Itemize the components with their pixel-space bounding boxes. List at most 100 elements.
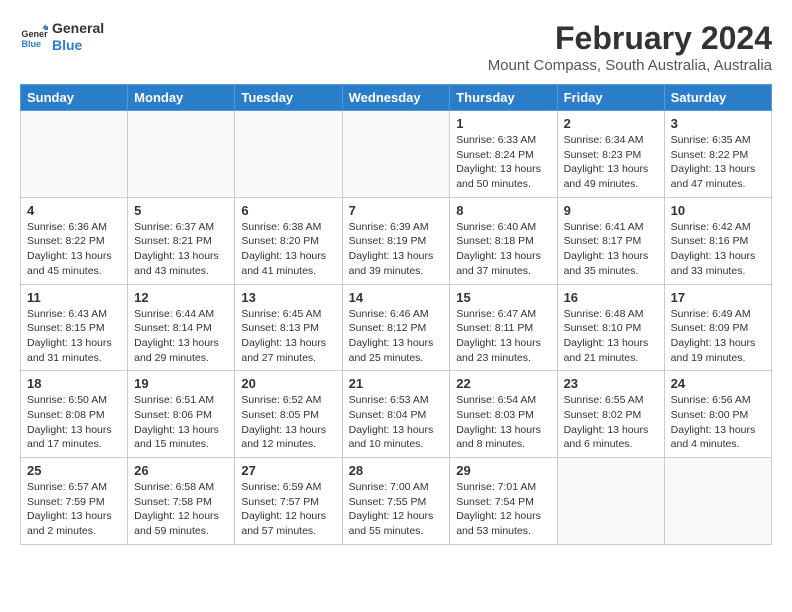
logo-icon: General Blue: [20, 23, 48, 51]
calendar-cell: 22Sunrise: 6:54 AM Sunset: 8:03 PM Dayli…: [450, 371, 557, 458]
calendar-cell: 15Sunrise: 6:47 AM Sunset: 8:11 PM Dayli…: [450, 284, 557, 371]
day-number: 11: [27, 290, 121, 305]
day-number: 2: [564, 116, 658, 131]
calendar-cell: 19 Sunrise: 6:51 AM Sunset: 8:06 PM Dayli…: [128, 371, 235, 458]
calendar-cell: 20 Sunrise: 6:52 AM Sunset: 8:05 PM Dayli…: [235, 371, 342, 458]
calendar-cell: [21, 111, 128, 198]
column-header-thursday: Thursday: [450, 85, 557, 111]
calendar-cell: 17Sunrise: 6:49 AM Sunset: 8:09 PM Dayli…: [664, 284, 771, 371]
sub-title: Mount Compass, South Australia, Australi…: [488, 57, 772, 74]
day-number: 27: [241, 463, 335, 478]
calendar-cell: 18 Sunrise: 6:50 AM Sunset: 8:08 PM Dayli…: [21, 371, 128, 458]
calendar-week-2: 4 Sunrise: 6:36 AM Sunset: 8:22 PM Daylig…: [21, 197, 772, 284]
day-info: Sunrise: 6:59 AM Sunset: 7:57 PM Dayligh…: [241, 480, 335, 539]
calendar-cell: 14 Sunrise: 6:46 AM Sunset: 8:12 PM Dayli…: [342, 284, 450, 371]
day-info: Sunrise: 6:36 AM Sunset: 8:22 PM Dayligh…: [27, 220, 121, 279]
day-number: 18: [27, 376, 121, 391]
day-number: 13: [241, 290, 335, 305]
day-info: Sunrise: 6:56 AM Sunset: 8:00 PM Dayligh…: [671, 393, 765, 452]
calendar-week-4: 18 Sunrise: 6:50 AM Sunset: 8:08 PM Dayli…: [21, 371, 772, 458]
column-header-monday: Monday: [128, 85, 235, 111]
day-info: Sunrise: 6:48 AM Sunset: 8:10 PM Dayligh…: [564, 307, 658, 366]
day-number: 29: [456, 463, 550, 478]
day-info: Sunrise: 6:57 AM Sunset: 7:59 PM Dayligh…: [27, 480, 121, 539]
day-number: 6: [241, 203, 335, 218]
day-number: 14: [349, 290, 444, 305]
day-info: Sunrise: 6:39 AM Sunset: 8:19 PM Dayligh…: [349, 220, 444, 279]
calendar-cell: [557, 458, 664, 545]
day-info: Sunrise: 6:44 AM Sunset: 8:14 PM Dayligh…: [134, 307, 228, 366]
day-info: Sunrise: 6:42 AM Sunset: 8:16 PM Dayligh…: [671, 220, 765, 279]
calendar-cell: 1 Sunrise: 6:33 AM Sunset: 8:24 PM Daylig…: [450, 111, 557, 198]
main-title: February 2024: [488, 20, 772, 57]
day-number: 28: [349, 463, 444, 478]
day-info: Sunrise: 6:41 AM Sunset: 8:17 PM Dayligh…: [564, 220, 658, 279]
calendar-cell: 21Sunrise: 6:53 AM Sunset: 8:04 PM Dayli…: [342, 371, 450, 458]
calendar-cell: [342, 111, 450, 198]
logo-line2: Blue: [52, 37, 104, 54]
calendar-cell: 11Sunrise: 6:43 AM Sunset: 8:15 PM Dayli…: [21, 284, 128, 371]
day-number: 8: [456, 203, 550, 218]
logo: General Blue General Blue: [20, 20, 104, 54]
column-header-friday: Friday: [557, 85, 664, 111]
title-block: February 2024 Mount Compass, South Austr…: [488, 20, 772, 74]
calendar-cell: 12 Sunrise: 6:44 AM Sunset: 8:14 PM Dayli…: [128, 284, 235, 371]
day-number: 19: [134, 376, 228, 391]
calendar-cell: 16 Sunrise: 6:48 AM Sunset: 8:10 PM Dayli…: [557, 284, 664, 371]
calendar-cell: 10 Sunrise: 6:42 AM Sunset: 8:16 PM Dayli…: [664, 197, 771, 284]
day-info: Sunrise: 6:45 AM Sunset: 8:13 PM Dayligh…: [241, 307, 335, 366]
svg-text:General: General: [21, 29, 48, 39]
day-info: Sunrise: 6:33 AM Sunset: 8:24 PM Dayligh…: [456, 133, 550, 192]
column-header-sunday: Sunday: [21, 85, 128, 111]
day-number: 10: [671, 203, 765, 218]
calendar-body: 1 Sunrise: 6:33 AM Sunset: 8:24 PM Daylig…: [21, 111, 772, 545]
calendar-cell: 9Sunrise: 6:41 AM Sunset: 8:17 PM Daylig…: [557, 197, 664, 284]
calendar-cell: 28 Sunrise: 7:00 AM Sunset: 7:55 PM Dayli…: [342, 458, 450, 545]
day-info: Sunrise: 6:52 AM Sunset: 8:05 PM Dayligh…: [241, 393, 335, 452]
day-number: 1: [456, 116, 550, 131]
calendar-cell: [235, 111, 342, 198]
calendar-table: SundayMondayTuesdayWednesdayThursdayFrid…: [20, 84, 772, 545]
calendar-week-5: 25 Sunrise: 6:57 AM Sunset: 7:59 PM Dayli…: [21, 458, 772, 545]
calendar-cell: 6 Sunrise: 6:38 AM Sunset: 8:20 PM Daylig…: [235, 197, 342, 284]
calendar-cell: 24 Sunrise: 6:56 AM Sunset: 8:00 PM Dayli…: [664, 371, 771, 458]
day-number: 20: [241, 376, 335, 391]
calendar-cell: 25 Sunrise: 6:57 AM Sunset: 7:59 PM Dayli…: [21, 458, 128, 545]
day-info: Sunrise: 6:58 AM Sunset: 7:58 PM Dayligh…: [134, 480, 228, 539]
day-info: Sunrise: 6:55 AM Sunset: 8:02 PM Dayligh…: [564, 393, 658, 452]
column-header-saturday: Saturday: [664, 85, 771, 111]
day-info: Sunrise: 7:00 AM Sunset: 7:55 PM Dayligh…: [349, 480, 444, 539]
day-info: Sunrise: 6:34 AM Sunset: 8:23 PM Dayligh…: [564, 133, 658, 192]
day-number: 24: [671, 376, 765, 391]
day-number: 4: [27, 203, 121, 218]
day-info: Sunrise: 6:50 AM Sunset: 8:08 PM Dayligh…: [27, 393, 121, 452]
day-number: 3: [671, 116, 765, 131]
column-header-tuesday: Tuesday: [235, 85, 342, 111]
day-info: Sunrise: 6:40 AM Sunset: 8:18 PM Dayligh…: [456, 220, 550, 279]
day-number: 26: [134, 463, 228, 478]
calendar-week-3: 11Sunrise: 6:43 AM Sunset: 8:15 PM Dayli…: [21, 284, 772, 371]
calendar-header-row: SundayMondayTuesdayWednesdayThursdayFrid…: [21, 85, 772, 111]
day-info: Sunrise: 6:38 AM Sunset: 8:20 PM Dayligh…: [241, 220, 335, 279]
day-number: 7: [349, 203, 444, 218]
day-info: Sunrise: 6:53 AM Sunset: 8:04 PM Dayligh…: [349, 393, 444, 452]
day-info: Sunrise: 6:46 AM Sunset: 8:12 PM Dayligh…: [349, 307, 444, 366]
calendar-cell: 4 Sunrise: 6:36 AM Sunset: 8:22 PM Daylig…: [21, 197, 128, 284]
day-info: Sunrise: 7:01 AM Sunset: 7:54 PM Dayligh…: [456, 480, 550, 539]
day-info: Sunrise: 6:37 AM Sunset: 8:21 PM Dayligh…: [134, 220, 228, 279]
day-info: Sunrise: 6:51 AM Sunset: 8:06 PM Dayligh…: [134, 393, 228, 452]
day-number: 25: [27, 463, 121, 478]
calendar-cell: 27 Sunrise: 6:59 AM Sunset: 7:57 PM Dayli…: [235, 458, 342, 545]
day-number: 16: [564, 290, 658, 305]
calendar-cell: [128, 111, 235, 198]
calendar-cell: 5 Sunrise: 6:37 AM Sunset: 8:21 PM Daylig…: [128, 197, 235, 284]
svg-text:Blue: Blue: [21, 39, 41, 49]
day-number: 5: [134, 203, 228, 218]
calendar-cell: 26 Sunrise: 6:58 AM Sunset: 7:58 PM Dayli…: [128, 458, 235, 545]
logo-line1: General: [52, 20, 104, 37]
column-header-wednesday: Wednesday: [342, 85, 450, 111]
day-info: Sunrise: 6:49 AM Sunset: 8:09 PM Dayligh…: [671, 307, 765, 366]
day-number: 12: [134, 290, 228, 305]
calendar-cell: 3Sunrise: 6:35 AM Sunset: 8:22 PM Daylig…: [664, 111, 771, 198]
calendar-cell: 2 Sunrise: 6:34 AM Sunset: 8:23 PM Daylig…: [557, 111, 664, 198]
